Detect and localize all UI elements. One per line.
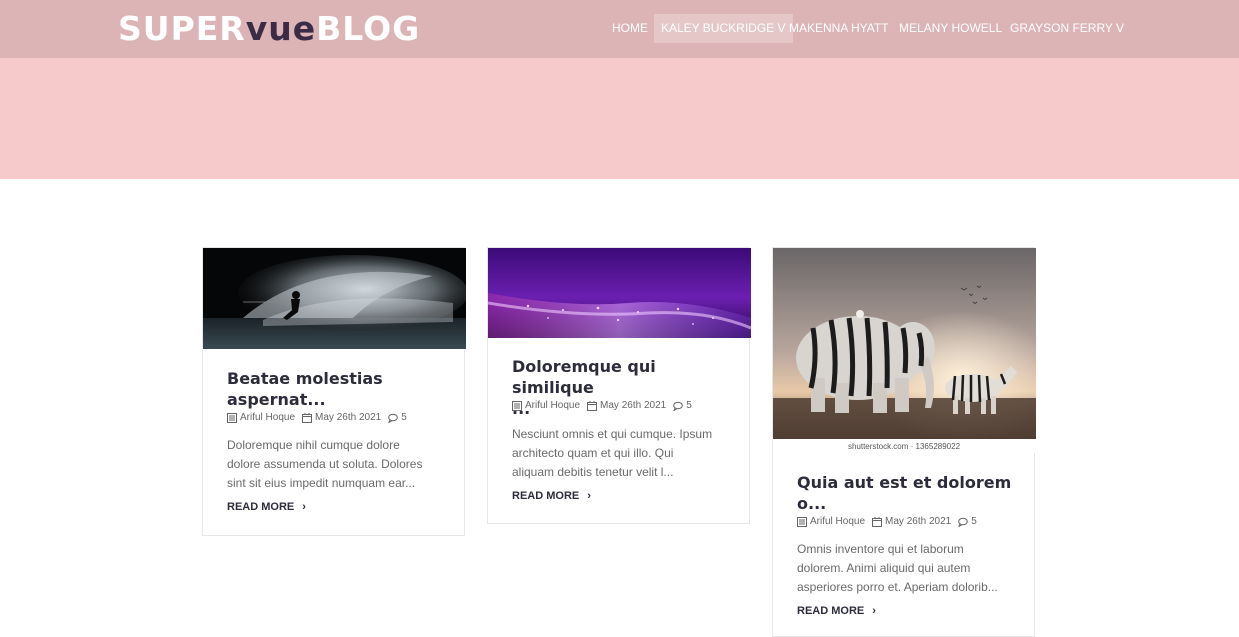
site-header: SUPERvueBLOG HOME KALEY BUCKRIDGE V MAKE… [0, 0, 1239, 58]
post-meta: Ariful Hoque May 26th 2021 5 [512, 399, 692, 413]
post-comment-count[interactable]: 5 [971, 515, 977, 529]
post-excerpt-line-3: sint sit eius impedit numquam ear... [227, 476, 416, 490]
post-image-water-skier[interactable] [203, 248, 466, 349]
post-excerpt-line-3: aliquam debitis tenetur velit l... [512, 465, 674, 479]
post-image-purple-glitter[interactable] [488, 248, 751, 338]
post-title[interactable]: Beatae molestias aspernat... [227, 368, 447, 410]
post-excerpt: Omnis inventore qui et laborum dolorem. … [797, 540, 1011, 597]
post-card[interactable]: Beatae molestias aspernat... Ariful Hoqu… [202, 247, 466, 536]
post-title-line-2: aspernat... [227, 390, 326, 409]
read-more-link[interactable]: READ MORE › [227, 501, 306, 513]
comment-icon [673, 401, 684, 411]
post-excerpt: Nesciunt omnis et qui cumque. Ipsum arch… [512, 425, 726, 482]
post-title[interactable]: Quia aut est et dolorem o... [797, 472, 1017, 514]
read-more-label: READ MORE [512, 490, 580, 502]
chevron-right-icon: › [872, 605, 876, 617]
read-more-link[interactable]: READ MORE › [797, 605, 876, 617]
calendar-icon [302, 413, 313, 423]
comment-icon [958, 517, 969, 527]
nav-home[interactable]: HOME [605, 14, 655, 43]
nav-makenna-hyatt[interactable]: MAKENNA HYATT [782, 14, 896, 43]
image-caption: shutterstock.com · 1365289022 [848, 442, 961, 451]
read-more-label: READ MORE [797, 605, 865, 617]
post-date: May 26th 2021 [885, 516, 952, 527]
post-meta: Ariful Hoque May 26th 2021 5 [797, 515, 977, 529]
post-author[interactable]: Ariful Hoque [525, 399, 580, 413]
logo-part-super: SUPER [118, 9, 246, 48]
post-card[interactable]: Doloremque qui similique ... Ariful Hoqu… [487, 247, 751, 524]
post-title-line-1: Beatae molestias [227, 369, 383, 388]
post-comment-count[interactable]: 5 [686, 399, 692, 413]
post-card[interactable]: shutterstock.com · 1365289022 Quia aut e… [772, 247, 1036, 637]
read-more-label: READ MORE [227, 501, 295, 513]
post-excerpt-line-1: Nesciunt omnis et qui cumque. Ipsum [512, 427, 713, 441]
logo-part-blog: BLOG [316, 9, 421, 48]
list-icon [797, 517, 807, 527]
calendar-icon [587, 401, 598, 411]
post-meta: Ariful Hoque May 26th 2021 5 [227, 411, 407, 425]
post-date: May 26th 2021 [600, 400, 667, 411]
calendar-icon [872, 517, 883, 527]
comment-icon [388, 413, 399, 423]
post-date: May 26th 2021 [315, 412, 382, 423]
nav-kaley-buckridge[interactable]: KALEY BUCKRIDGE V [654, 14, 793, 43]
list-icon [227, 413, 237, 423]
read-more-link[interactable]: READ MORE › [512, 490, 591, 502]
post-excerpt-line-2: dolore assumenda ut soluta. Dolores [227, 457, 423, 471]
post-title-line-2: o... [797, 494, 827, 513]
post-author[interactable]: Ariful Hoque [810, 515, 865, 529]
post-excerpt: Doloremque nihil cumque dolore dolore as… [227, 436, 441, 493]
post-excerpt-line-1: Doloremque nihil cumque dolore [227, 438, 400, 452]
post-image-zebra-elephant[interactable]: shutterstock.com · 1365289022 [773, 248, 1036, 453]
list-icon [512, 401, 522, 411]
site-logo[interactable]: SUPERvueBLOG [118, 9, 420, 49]
nav-melany-howell[interactable]: MELANY HOWELL [892, 14, 1009, 43]
chevron-right-icon: › [587, 490, 591, 502]
chevron-right-icon: › [302, 501, 306, 513]
logo-part-vue: vue [245, 9, 317, 48]
hero-banner [0, 58, 1239, 179]
post-excerpt-line-2: dolorem. Animi aliquid qui autem [797, 561, 971, 575]
post-comment-count[interactable]: 5 [401, 411, 407, 425]
post-title-line-1: Doloremque qui similique [512, 357, 656, 397]
post-author[interactable]: Ariful Hoque [240, 411, 295, 425]
nav-grayson-ferry[interactable]: GRAYSON FERRY V [1003, 14, 1131, 43]
post-excerpt-line-2: architecto quam et qui illo. Qui [512, 446, 674, 460]
post-title-line-1: Quia aut est et dolorem [797, 473, 1012, 492]
post-excerpt-line-1: Omnis inventore qui et laborum [797, 542, 964, 556]
post-excerpt-line-3: asperiores porro et. Aperiam dolorib... [797, 580, 998, 594]
